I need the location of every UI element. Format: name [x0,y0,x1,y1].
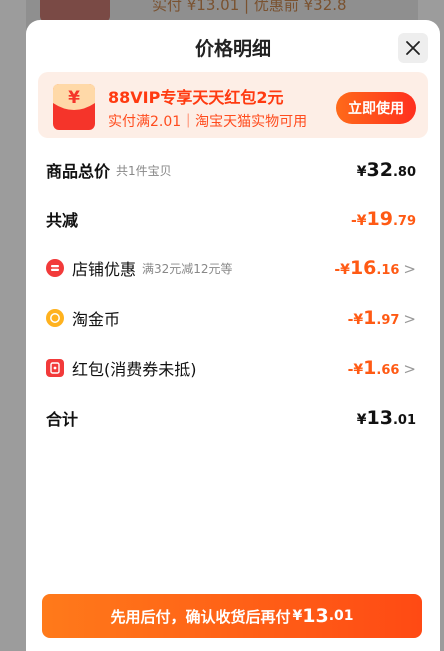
red-packet-label: 红包(消费券未抵) [72,360,197,379]
sum-row: 合计 ¥13.01 [46,403,416,433]
vip-banner-title: 88VIP专享天天红包2元 [108,88,284,107]
use-now-button[interactable]: 立即使用 [336,92,416,124]
red-envelope-icon: ¥ [53,84,95,130]
pay-later-confirm-button[interactable]: 先用后付，确认收货后再付 ¥13.01 [42,594,422,638]
vip-banner-subtitle: 实付满2.01｜淘宝天猫实物可用 [108,114,308,130]
taojinbi-label: 淘金币 [72,310,121,329]
shop-icon [46,259,64,277]
price-detail-sheet: 价格明细 ¥ 88VIP专享天天红包2元 实付满2.01｜淘宝天猫实物可用 立即… [26,20,440,651]
red-packet-row[interactable]: 红包(消费券未抵) -¥ 1.66 > [46,353,416,383]
sum-amount: ¥13.01 [356,407,416,429]
goods-total-label: 商品总价 [46,162,111,181]
total-reduce-label: 共减 [46,211,79,230]
gold-coin-icon [46,309,64,327]
close-icon [406,41,420,55]
shop-discount-amount: -¥ 16.16 > [334,257,416,279]
total-reduce-row: 共减 -¥ 19.79 [46,204,416,234]
sheet-title: 价格明细 [194,38,271,60]
taojinbi-row[interactable]: 淘金币 -¥ 1.97 > [46,303,416,333]
background-price-text: 实付 ¥13.01 | 优惠前 ¥32.8 [152,0,347,14]
red-packet-amount: -¥ 1.66 > [347,357,416,379]
vip-red-packet-banner: ¥ 88VIP专享天天红包2元 实付满2.01｜淘宝天猫实物可用 立即使用 [38,72,428,138]
taojinbi-amount: -¥ 1.97 > [347,307,416,329]
background-dim-left [0,0,26,651]
pay-later-text: 先用后付，确认收货后再付 [110,607,291,626]
goods-total-row: 商品总价 共1件宝贝 ¥32.80 [46,155,416,185]
close-button[interactable] [398,33,428,63]
goods-count: 共1件宝贝 [116,163,172,178]
red-packet-icon [46,359,64,377]
svg-text:¥: ¥ [68,88,80,108]
sum-label: 合计 [46,410,79,429]
goods-total-amount: ¥32.80 [356,159,416,181]
total-reduce-amount: -¥ 19.79 [350,208,416,230]
chevron-right-icon: > [403,260,416,278]
shop-discount-label: 店铺优惠 [72,260,137,279]
background-product-thumbnail [40,0,110,22]
shop-discount-rule: 满32元减12元等 [142,261,233,276]
chevron-right-icon: > [403,310,416,328]
shop-discount-row[interactable]: 店铺优惠 满32元减12元等 -¥ 16.16 > [46,253,416,283]
chevron-right-icon: > [403,360,416,378]
